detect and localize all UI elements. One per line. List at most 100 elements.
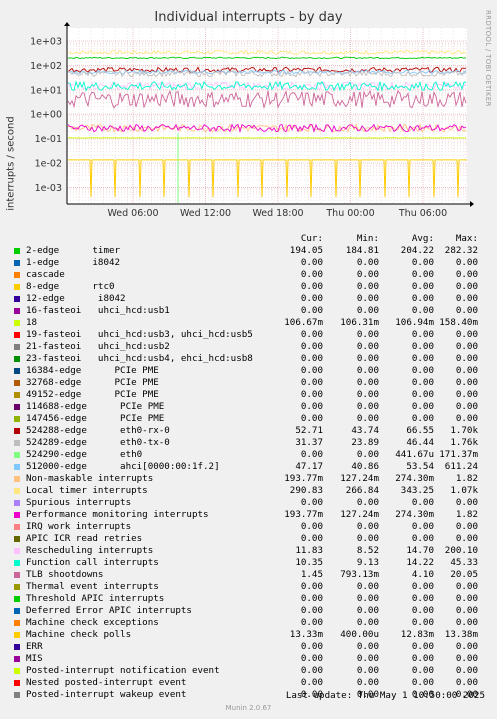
legend-max: 282.32 [444, 245, 478, 256]
y-tick-label: 1e+02 [30, 61, 62, 72]
x-tick-label: Wed 12:00 [180, 208, 231, 219]
legend-cur: 52.71 [295, 425, 323, 436]
legend-swatch [14, 356, 20, 362]
legend-row: Posted-interrupt notification event 0.00 0… [12, 665, 492, 677]
legend-row: 16384-edge PCIe PME 0.00 0.00 0.00 0.00 [12, 365, 492, 377]
y-ticks: 1e+03 1e+02 1e+01 1e+00 1e-01 1e-02 1e-03 [30, 37, 62, 194]
legend-min: 8.52 [356, 545, 379, 556]
legend-swatch [14, 572, 20, 578]
legend-label: Machine check polls [26, 629, 132, 640]
legend-row: Non-maskable interrupts 193.77m 127.24m 274… [12, 473, 492, 485]
legend-max: 611.24 [444, 461, 478, 472]
legend-label: 524290-edge eth0 [26, 449, 143, 460]
legend-min: 793.13m [340, 569, 379, 580]
legend-max: 200.10 [444, 545, 478, 556]
legend-min: 0.00 [356, 257, 379, 268]
legend-max: 1.07k [450, 485, 478, 496]
legend-max: 0.00 [455, 665, 478, 676]
legend-min: 0.00 [356, 521, 379, 532]
legend-row: 1-edge i8042 0.00 0.00 0.00 0.00 [12, 257, 492, 269]
legend-label: 8-edge rtc0 [26, 281, 115, 292]
legend-min: 0.00 [356, 641, 379, 652]
legend-label: Posted-interrupt notification event [26, 665, 220, 676]
legend-swatch [14, 548, 20, 554]
legend-cur: 11.83 [295, 545, 323, 556]
x-tick-label: Thu 06:00 [398, 208, 447, 219]
legend-min: 43.74 [351, 425, 379, 436]
legend-label: 16-fasteoi uhci_hcd:usb1 [26, 305, 170, 316]
legend-cur: 0.00 [300, 533, 323, 544]
legend-label: Performance monitoring interrupts [26, 509, 209, 520]
legend-min: 127.24m [340, 473, 379, 484]
legend-swatch [14, 260, 20, 266]
legend-max: 0.00 [455, 329, 478, 340]
legend-swatch [14, 428, 20, 434]
legend-min: 0.00 [356, 653, 379, 664]
legend-label: APIC ICR read retries [26, 533, 143, 544]
legend-header-min: Min: [356, 233, 379, 244]
y-tick-label: 1e-03 [35, 183, 62, 194]
plot-svg: 1e+03 1e+02 1e+01 1e+00 1e-01 1e-02 1e-03 Wed … [30, 22, 474, 219]
legend-cur: 193.77m [284, 473, 323, 484]
legend-row: Threshold APIC interrupts 0.00 0.00 0.00 0.0… [12, 593, 492, 605]
legend-swatch [14, 680, 20, 686]
legend-max: 0.00 [455, 497, 478, 508]
legend: Cur: Min: Avg: Max: 2-edge timer 194.05 184.81… [12, 233, 492, 701]
legend-label: 18 [26, 317, 38, 328]
legend-max: 1.76k [450, 437, 478, 448]
legend-swatch [14, 332, 20, 338]
legend-cur: 13.33m [289, 629, 323, 640]
munin-version: Munin 2.0.67 [225, 704, 272, 712]
legend-label: 21-fasteoi uhci_hcd:usb2 [26, 341, 170, 352]
legend-min: 0.00 [356, 377, 379, 388]
legend-max: 0.00 [455, 305, 478, 316]
legend-swatch [14, 500, 20, 506]
legend-max: 1.70k [450, 425, 478, 436]
legend-row: Performance monitoring interrupts 193.77m… [12, 509, 492, 521]
legend-row: 8-edge rtc0 0.00 0.00 0.00 0.00 [12, 281, 492, 293]
legend-max: 0.00 [455, 341, 478, 352]
legend-cur: 0.00 [300, 341, 323, 352]
legend-label: Rescheduling interrupts [26, 545, 154, 556]
legend-cur: 0.00 [300, 413, 323, 424]
legend-label: IRQ work interrupts [26, 521, 132, 532]
y-tick-label: 1e-02 [35, 159, 62, 170]
legend-row: 32768-edge PCIe PME 0.00 0.00 0.00 0.00 [12, 377, 492, 389]
legend-swatch [14, 644, 20, 650]
legend-swatch [14, 248, 20, 254]
legend-label: Posted-interrupt wakeup event [26, 689, 187, 700]
legend-cur: 1.45 [300, 569, 323, 580]
legend-label: Thermal event interrupts [26, 581, 159, 592]
legend-cur: 0.00 [300, 329, 323, 340]
legend-label: 12-edge i8042 [26, 293, 126, 304]
legend-min: 0.00 [356, 293, 379, 304]
legend-max: 0.00 [455, 521, 478, 532]
legend-label: 512000-edge ahci[0000:00:1f.2] [26, 461, 220, 472]
y-tick-label: 1e+00 [30, 110, 62, 121]
legend-row: Rescheduling interrupts 11.83 8.52 14.70 200… [12, 545, 492, 557]
legend-swatch [14, 524, 20, 530]
legend-max: 0.00 [455, 617, 478, 628]
legend-swatch [14, 284, 20, 290]
legend-max: 0.00 [455, 377, 478, 388]
legend-cur: 10.35 [295, 557, 323, 568]
legend-max: 158.40m [439, 317, 478, 328]
legend-cur: 0.00 [300, 617, 323, 628]
legend-label: MIS [26, 653, 43, 664]
legend-header-max: Max: [455, 233, 478, 244]
x-tick-label: Wed 06:00 [107, 208, 158, 219]
legend-max: 20.05 [450, 569, 478, 580]
legend-swatch [14, 476, 20, 482]
legend-swatch [14, 320, 20, 326]
y-tick-label: 1e+03 [30, 37, 62, 48]
legend-row: Spurious interrupts 0.00 0.00 0.00 0.00 [12, 497, 492, 509]
legend-row: Thermal event interrupts 0.00 0.00 0.00 0.00 [12, 581, 492, 593]
legend-swatch [14, 608, 20, 614]
legend-swatch [14, 308, 20, 314]
legend-row: 524290-edge eth0 0.00 0.00 441.67u 171.37m [12, 449, 492, 461]
legend-row: 23-fasteoi uhci_hcd:usb4, ehci_hcd:usb8 0… [12, 353, 492, 365]
legend-max: 0.00 [455, 293, 478, 304]
legend-min: 0.00 [356, 533, 379, 544]
legend-cur: 0.00 [300, 449, 323, 460]
legend-cur: 0.00 [300, 269, 323, 280]
